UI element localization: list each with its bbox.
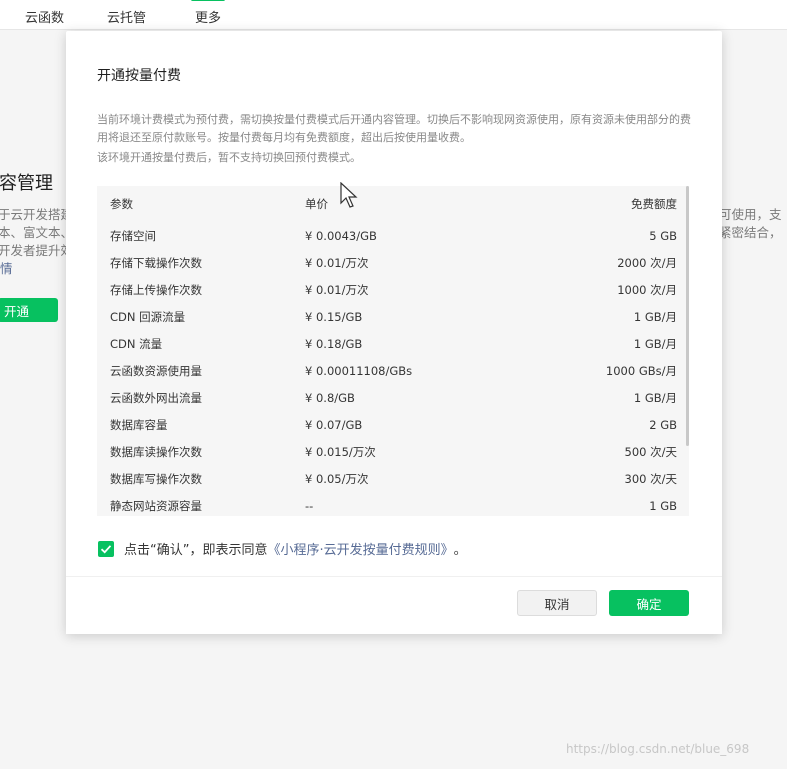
pricing-table[interactable]: 参数 单价 免费额度 存储空间 ¥ 0.0043/GB 5 GB 存储下载操作次数 ¥… [97, 186, 689, 516]
row-price: ¥ 0.07/GB [305, 417, 363, 432]
mouse-cursor-icon [340, 182, 358, 208]
row-free-quota: 1 GB [649, 498, 677, 513]
row-param: 数据库写操作次数 [110, 471, 202, 486]
table-row: 数据库写操作次数 ¥ 0.05/万次 300 次/天 [97, 465, 689, 492]
top-nav: 云函数 云托管 更多 [0, 0, 787, 30]
agree-checkbox[interactable] [98, 540, 114, 557]
row-param: 静态网站资源容量 [110, 498, 202, 513]
dialog-title: 开通按量付费 [97, 68, 181, 84]
confirm-button[interactable]: 确定 [609, 590, 689, 616]
row-price: ¥ 0.00011108/GBs [305, 363, 413, 378]
header-price: 单价 [305, 197, 328, 211]
row-free-quota: 300 次/天 [624, 471, 677, 486]
dialog-description: 当前环境计费模式为预付费，需切换按量付费模式后开通内容管理。切换后不影响现网资源… [97, 113, 691, 144]
background-open-button[interactable]: 开通 [0, 298, 58, 322]
tab-cloud-hosting[interactable]: 云托管 [107, 7, 146, 26]
table-row: CDN 回源流量 ¥ 0.15/GB 1 GB/月 [97, 303, 689, 330]
row-price: ¥ 0.015/万次 [305, 444, 376, 459]
check-icon [100, 544, 112, 553]
background-link[interactable]: 情 [0, 258, 13, 277]
agreement-row: 点击“确认”，即表示同意 《小程序·云开发按量付费规则》 。 [98, 539, 467, 558]
row-price: ¥ 0.8/GB [305, 390, 355, 405]
header-param: 参数 [110, 197, 133, 211]
row-free-quota: 2 GB [649, 417, 677, 432]
table-header: 参数 单价 免费额度 [97, 186, 689, 222]
table-row: 存储上传操作次数 ¥ 0.01/万次 1000 次/月 [97, 276, 689, 303]
table-row: 数据库读操作次数 ¥ 0.015/万次 500 次/天 [97, 438, 689, 465]
row-param: 云函数外网出流量 [110, 390, 202, 405]
table-scrollbar[interactable] [686, 186, 689, 446]
header-free-quota: 免费额度 [631, 197, 677, 211]
row-price: ¥ 0.01/万次 [305, 282, 369, 297]
background-text-line-right: 紧密结合， [719, 225, 782, 240]
background-text-line: 于云开发搭建 [0, 207, 74, 222]
row-price: ¥ 0.01/万次 [305, 255, 369, 270]
table-row: 静态网站资源容量 -- 1 GB [97, 492, 689, 516]
billing-rules-link[interactable]: 《小程序·云开发按量付费规则》 [267, 539, 453, 558]
row-price: ¥ 0.18/GB [305, 336, 363, 351]
row-param: 云函数资源使用量 [110, 363, 202, 378]
row-price: ¥ 0.05/万次 [305, 471, 369, 486]
row-param: 数据库容量 [110, 417, 168, 432]
watermark: https://blog.csdn.net/blue_698 [566, 742, 750, 756]
row-price: -- [305, 498, 314, 513]
row-free-quota: 1 GB/月 [633, 390, 677, 405]
row-free-quota: 500 次/天 [624, 444, 677, 459]
row-param: 存储上传操作次数 [110, 282, 202, 297]
table-row: 存储下载操作次数 ¥ 0.01/万次 2000 次/月 [97, 249, 689, 276]
background-text-line: 开发者提升效 [0, 243, 74, 258]
row-param: 数据库读操作次数 [110, 444, 202, 459]
table-row: CDN 流量 ¥ 0.18/GB 1 GB/月 [97, 330, 689, 357]
tab-more[interactable]: 更多 [190, 0, 226, 26]
row-free-quota: 5 GB [649, 228, 677, 243]
row-param: CDN 流量 [110, 336, 163, 351]
cancel-button[interactable]: 取消 [517, 590, 597, 616]
agree-suffix: 。 [453, 543, 467, 558]
dialog-footer: 取消 确定 [66, 576, 722, 634]
table-row: 云函数外网出流量 ¥ 0.8/GB 1 GB/月 [97, 384, 689, 411]
dialog-note: 该环境开通按量付费后，暂不支持切换回预付费模式。 [97, 151, 361, 164]
row-free-quota: 1000 GBs/月 [605, 363, 677, 378]
row-param: 存储下载操作次数 [110, 255, 202, 270]
tab-cloud-functions[interactable]: 云函数 [25, 7, 64, 26]
background-page-title: 容管理 [0, 173, 53, 194]
row-param: CDN 回源流量 [110, 309, 186, 324]
agree-text: 点击“确认”，即表示同意 [124, 543, 268, 558]
row-free-quota: 1000 次/月 [617, 282, 677, 297]
pay-as-you-go-dialog: 开通按量付费 当前环境计费模式为预付费，需切换按量付费模式后开通内容管理。切换后… [66, 31, 722, 634]
row-free-quota: 1 GB/月 [633, 336, 677, 351]
row-free-quota: 1 GB/月 [633, 309, 677, 324]
row-price: ¥ 0.15/GB [305, 309, 363, 324]
background-text-line-right: 可使用，支 [719, 207, 782, 222]
table-row: 存储空间 ¥ 0.0043/GB 5 GB [97, 222, 689, 249]
background-text-line: 本、富文本、 [0, 225, 74, 240]
row-free-quota: 2000 次/月 [617, 255, 677, 270]
row-price: ¥ 0.0043/GB [305, 228, 377, 243]
table-row: 云函数资源使用量 ¥ 0.00011108/GBs 1000 GBs/月 [97, 357, 689, 384]
table-row: 数据库容量 ¥ 0.07/GB 2 GB [97, 411, 689, 438]
row-param: 存储空间 [110, 228, 156, 243]
